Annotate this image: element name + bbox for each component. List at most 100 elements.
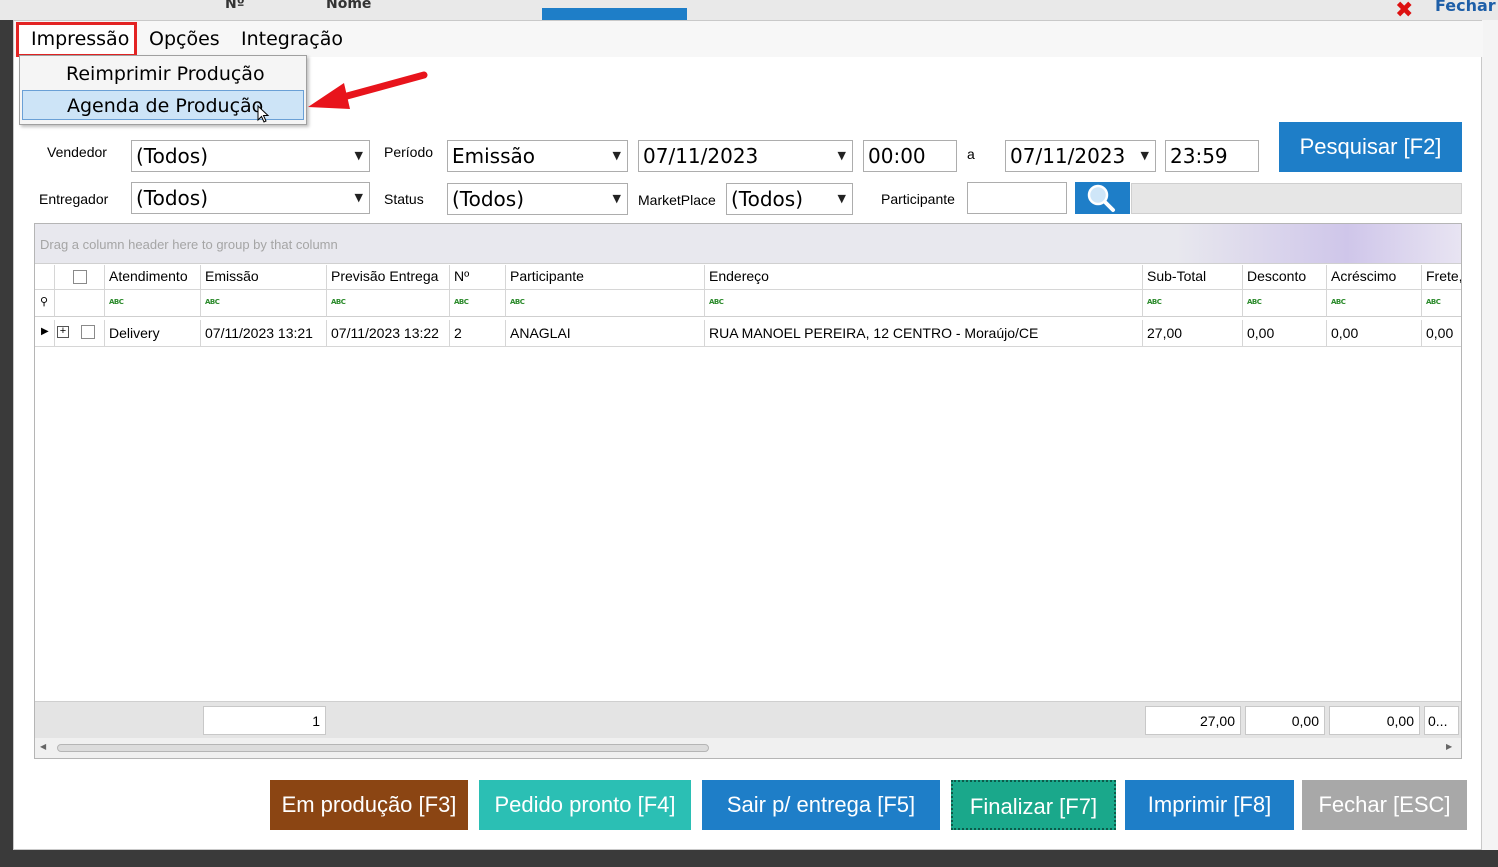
total-subtotal: 27,00 — [1145, 706, 1241, 735]
abc-filter-icon: ABC — [1247, 298, 1262, 306]
pedido-pronto-button[interactable]: Pedido pronto [F4] — [479, 780, 691, 830]
scroll-right-icon[interactable]: ▶ — [1446, 742, 1452, 751]
row-checkbox[interactable] — [81, 325, 95, 339]
column-header-participante[interactable]: Participante — [506, 265, 705, 290]
menu-reimprimir-producao[interactable]: Reimprimir Produção — [22, 59, 304, 89]
total-desconto: 0,00 — [1245, 706, 1325, 735]
sair-entrega-button[interactable]: Sair p/ entrega [F5] — [702, 780, 940, 830]
chevron-down-icon[interactable]: ▼ — [838, 141, 846, 171]
periodo-label: Período — [384, 144, 434, 160]
time-from-field[interactable]: 00:00 — [863, 140, 957, 172]
abc-filter-icon: ABC — [1147, 298, 1162, 306]
vendedor-combo[interactable]: (Todos) ▼ — [131, 140, 370, 172]
total-count: 1 — [203, 706, 326, 735]
menu-opcoes[interactable]: Opções — [149, 28, 220, 50]
cell-endereco[interactable]: RUA MANOEL PEREIRA, 12 CENTRO - Moraújo/… — [705, 320, 1143, 347]
abc-filter-icon: ABC — [1426, 298, 1441, 306]
column-header-desconto[interactable]: Desconto — [1243, 265, 1327, 290]
chevron-down-icon[interactable]: ▼ — [838, 184, 846, 214]
column-header-emissao[interactable]: Emissão — [201, 265, 327, 290]
cursor-icon — [257, 105, 270, 123]
column-header-atendimento[interactable]: Atendimento — [105, 265, 201, 290]
chevron-down-icon[interactable]: ▼ — [613, 141, 621, 171]
abc-filter-icon: ABC — [510, 298, 525, 306]
chevron-down-icon[interactable]: ▼ — [1141, 141, 1149, 171]
entregador-label: Entregador — [39, 191, 109, 207]
horizontal-scrollbar[interactable]: ◀ ▶ — [35, 738, 1461, 758]
scroll-left-icon[interactable]: ◀ — [40, 742, 46, 751]
expand-plus-icon[interactable]: + — [57, 326, 69, 338]
filter-cell-participante[interactable]: ABC — [506, 290, 705, 317]
chevron-down-icon[interactable]: ▼ — [613, 184, 621, 214]
date-to-picker[interactable]: 07/11/2023 ▼ — [1005, 140, 1156, 172]
abc-filter-icon: ABC — [709, 298, 724, 306]
marketplace-combo[interactable]: (Todos) ▼ — [726, 183, 853, 215]
producao-dialog: Impressão Opções Integração Reimprimir P… — [13, 20, 1483, 850]
filter-cell-acrescimo[interactable]: ABC — [1327, 290, 1422, 317]
pin-icon: ⚲ — [40, 295, 49, 308]
column-header-previsao-entrega[interactable]: Previsão Entrega — [327, 265, 450, 290]
filter-cell-endereco[interactable]: ABC — [705, 290, 1143, 317]
select-all-checkbox[interactable] — [73, 270, 87, 284]
marketplace-value: (Todos) — [731, 187, 804, 211]
row-controls: + — [55, 320, 105, 347]
cell-participante[interactable]: ANAGLAI — [506, 320, 705, 347]
participante-name-display — [1131, 183, 1462, 214]
column-header-endereco[interactable]: Endereço — [705, 265, 1143, 290]
entregador-value: (Todos) — [136, 186, 209, 210]
column-header-acrescimo[interactable]: Acréscimo — [1327, 265, 1422, 290]
em-producao-button[interactable]: Em produção [F3] — [270, 780, 468, 830]
ate-label: a — [967, 146, 975, 162]
cell-numero[interactable]: 2 — [450, 320, 506, 347]
fechar-button[interactable]: Fechar [ESC] — [1302, 780, 1467, 830]
status-combo[interactable]: (Todos) ▼ — [447, 183, 628, 215]
filter-cell-subtotal[interactable]: ABC — [1143, 290, 1243, 317]
cell-subtotal[interactable]: 27,00 — [1143, 320, 1243, 347]
cell-atendimento[interactable]: Delivery — [105, 320, 201, 347]
date-from-value: 07/11/2023 — [643, 144, 759, 168]
periodo-combo[interactable]: Emissão ▼ — [447, 140, 628, 172]
filter-cell-desconto[interactable]: ABC — [1243, 290, 1327, 317]
cell-desconto[interactable]: 0,00 — [1243, 320, 1327, 347]
entregador-combo[interactable]: (Todos) ▼ — [131, 182, 370, 214]
menu-integracao[interactable]: Integração — [241, 28, 343, 50]
filter-cell-atendimento[interactable]: ABC — [105, 290, 201, 317]
scrollbar-thumb[interactable] — [57, 744, 709, 752]
filter-cell-frete[interactable]: ABC — [1422, 290, 1461, 317]
filter-cell-emissao[interactable]: ABC — [201, 290, 327, 317]
abc-filter-icon: ABC — [331, 298, 346, 306]
cell-frete[interactable]: 0,00 — [1422, 320, 1461, 347]
total-acrescimo: 0,00 — [1329, 706, 1420, 735]
time-to-field[interactable]: 23:59 — [1165, 140, 1259, 172]
column-header-numero[interactable]: Nº — [450, 265, 506, 290]
marketplace-label: MarketPlace — [638, 192, 716, 208]
imprimir-button[interactable]: Imprimir [F8] — [1125, 780, 1294, 830]
cell-previsao-entrega[interactable]: 07/11/2023 13:22 — [327, 320, 450, 347]
menu-impressao[interactable]: Impressão — [31, 28, 129, 50]
pesquisar-button[interactable]: Pesquisar [F2] — [1279, 122, 1462, 172]
participante-search-button[interactable] — [1075, 182, 1130, 214]
annotation-arrow-icon — [308, 71, 428, 109]
column-header-subtotal[interactable]: Sub-Total — [1143, 265, 1243, 290]
row-indicator: ▶ — [35, 320, 55, 347]
date-to-value: 07/11/2023 — [1010, 144, 1126, 168]
status-value: (Todos) — [452, 187, 525, 211]
chevron-down-icon[interactable]: ▼ — [355, 183, 363, 213]
cell-acrescimo[interactable]: 0,00 — [1327, 320, 1422, 347]
select-all-header — [55, 265, 105, 290]
periodo-value: Emissão — [452, 144, 536, 168]
abc-filter-icon: ABC — [205, 298, 220, 306]
participante-field[interactable] — [967, 182, 1067, 214]
group-panel: Drag a column header here to group by th… — [35, 224, 1461, 264]
filter-cell-previsao[interactable]: ABC — [327, 290, 450, 317]
column-header-frete[interactable]: Frete, — [1422, 265, 1461, 290]
chevron-down-icon[interactable]: ▼ — [355, 141, 363, 171]
pedidos-grid: Drag a column header here to group by th… — [34, 223, 1462, 759]
cell-emissao[interactable]: 07/11/2023 13:21 — [201, 320, 327, 347]
filter-cell-numero[interactable]: ABC — [450, 290, 506, 317]
abc-filter-icon: ABC — [109, 298, 124, 306]
finalizar-button[interactable]: Finalizar [F7] — [951, 780, 1116, 830]
bg-blue-button — [542, 8, 687, 20]
row-indicator-header — [35, 265, 55, 290]
date-from-picker[interactable]: 07/11/2023 ▼ — [638, 140, 853, 172]
